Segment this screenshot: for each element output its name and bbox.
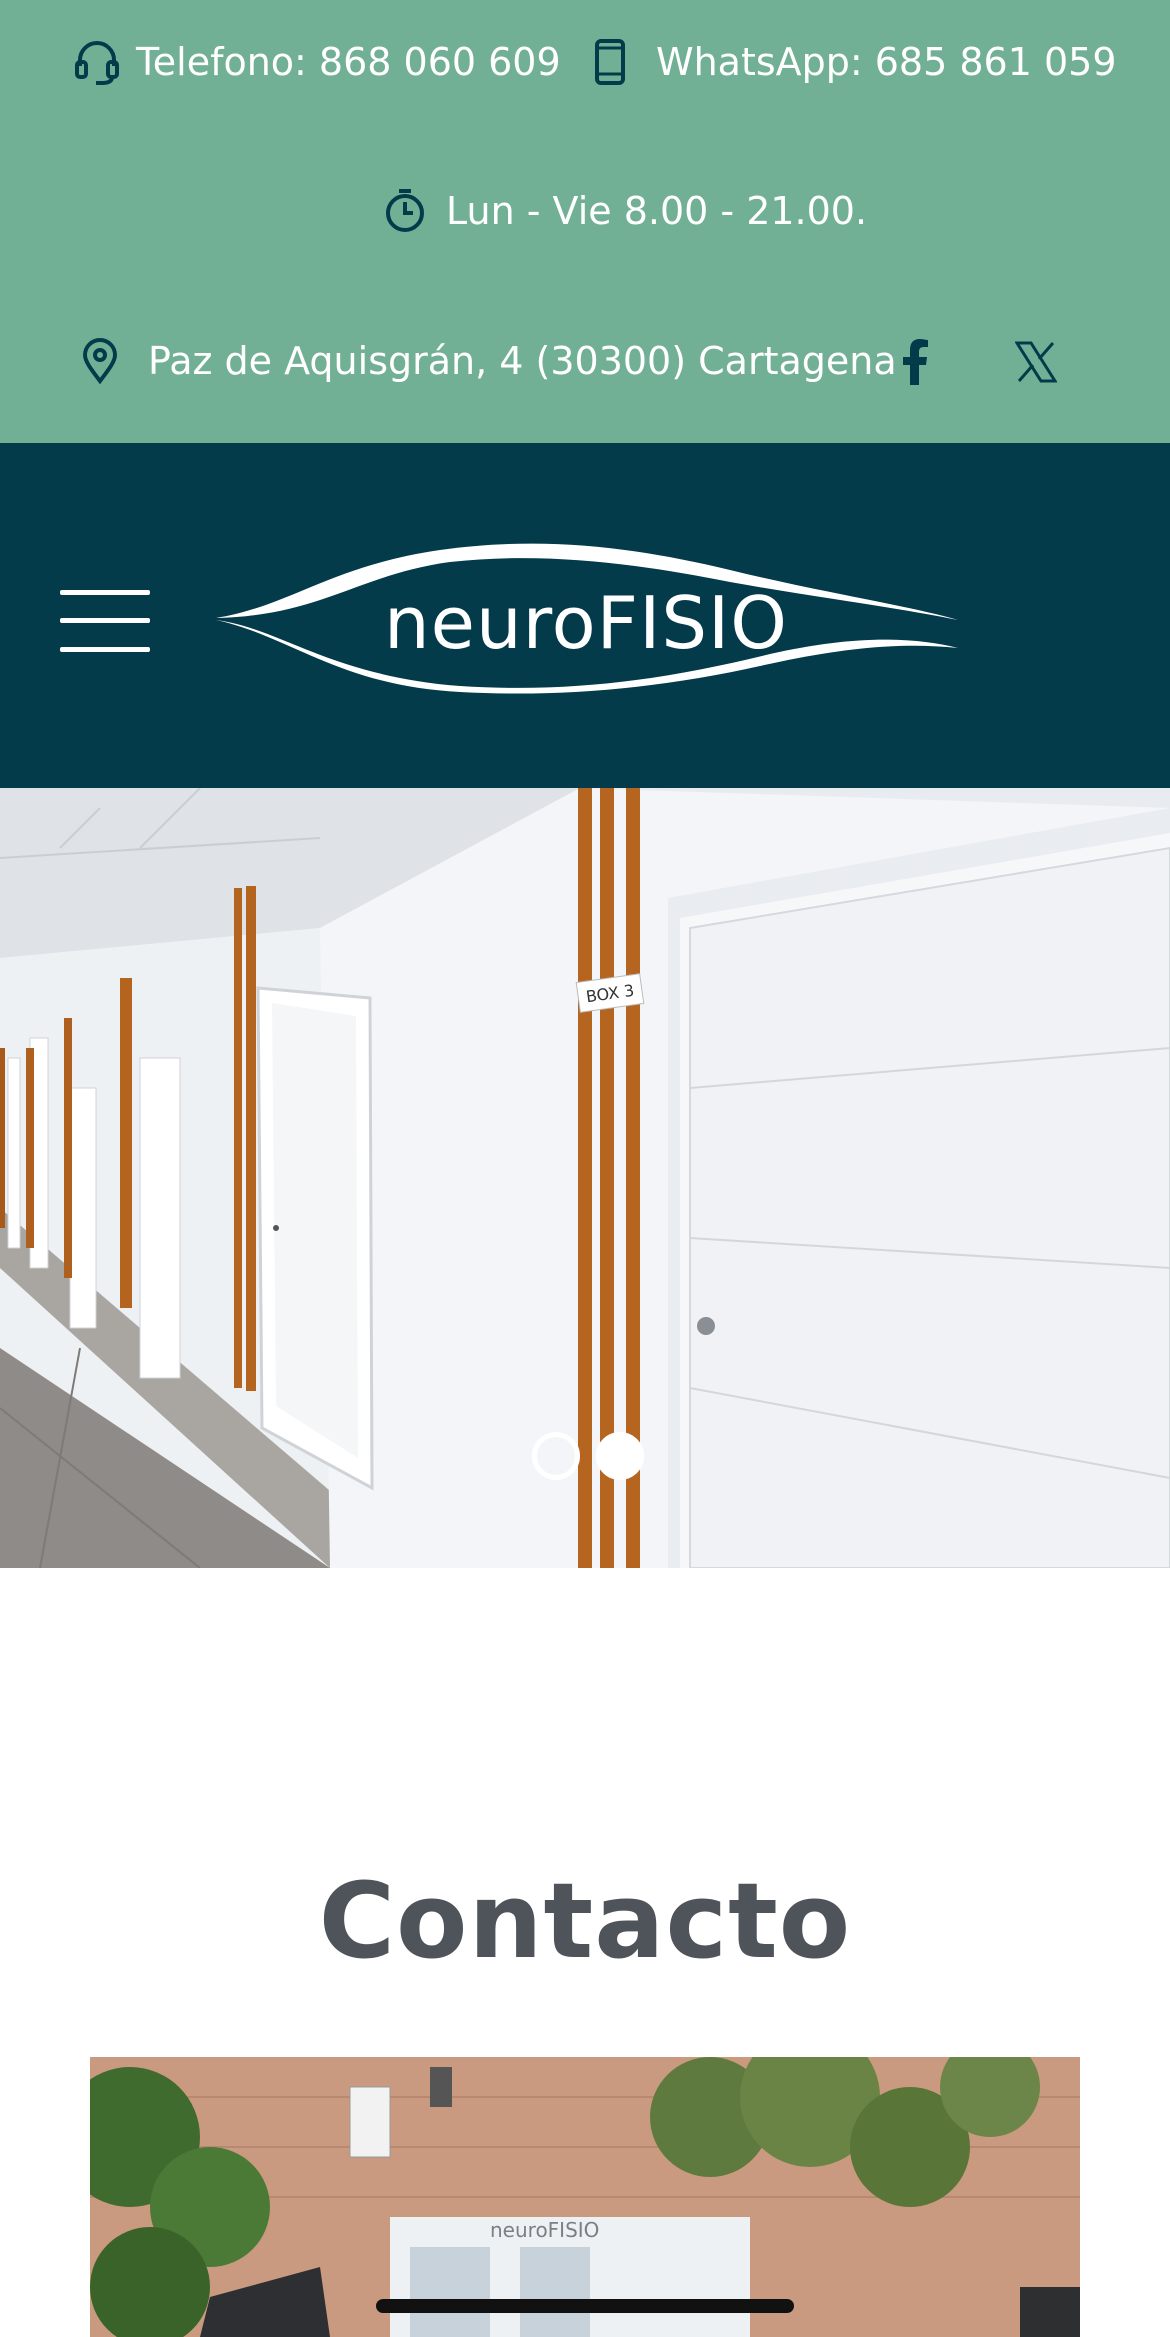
storefront-logo-text: neuroFISIO xyxy=(490,2218,599,2242)
clinic-facade-photo: neuroFISIO xyxy=(90,2057,1080,2337)
facebook-icon xyxy=(900,339,930,389)
x-twitter-icon xyxy=(1014,341,1058,387)
slideshow-dots xyxy=(532,1432,644,1480)
map-pin-icon xyxy=(82,338,118,384)
headset-icon xyxy=(74,38,120,86)
home-indicator xyxy=(376,2299,794,2313)
hours-text: Lun - Vie 8.00 - 21.00. xyxy=(446,189,868,233)
slide-dot-2[interactable] xyxy=(596,1432,644,1480)
facebook-link[interactable] xyxy=(887,336,943,392)
hamburger-menu-icon[interactable] xyxy=(60,590,150,652)
address-text: Paz de Aquisgrán, 4 (30300) Cartagena xyxy=(148,339,897,383)
whatsapp-text: WhatsApp: 685 861 059 xyxy=(656,40,1117,84)
address-contact[interactable]: Paz de Aquisgrán, 4 (30300) Cartagena xyxy=(82,338,897,384)
contact-heading: Contacto xyxy=(318,1860,852,1982)
logo-text: neuroFISIO xyxy=(384,581,788,665)
neurofisio-logo[interactable]: neuroFISIO xyxy=(210,536,962,696)
phone-contact[interactable]: Telefono: 868 060 609 xyxy=(74,38,561,86)
slide-dot-1[interactable] xyxy=(532,1432,580,1480)
mobile-phone-icon xyxy=(594,38,626,86)
opening-hours: Lun - Vie 8.00 - 21.00. xyxy=(384,188,867,234)
phone-text: Telefono: 868 060 609 xyxy=(136,40,561,84)
clock-icon xyxy=(384,188,426,234)
whatsapp-contact[interactable]: WhatsApp: 685 861 059 xyxy=(594,38,1117,86)
x-twitter-link[interactable] xyxy=(1008,336,1064,392)
